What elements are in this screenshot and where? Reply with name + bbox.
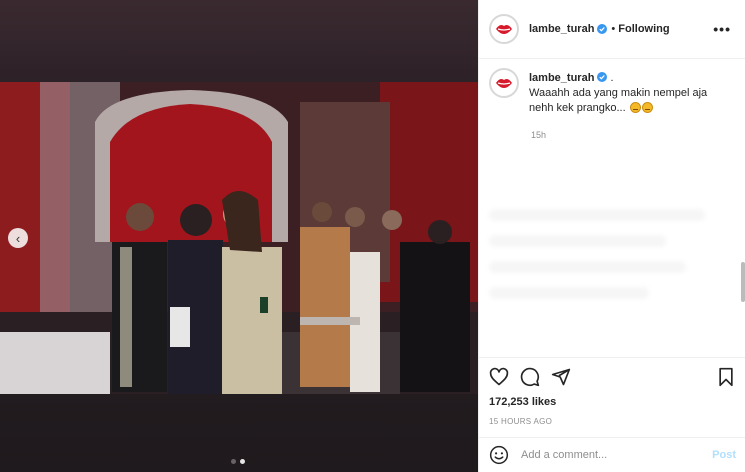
grimace-emoji-icon: [641, 102, 653, 113]
avatar[interactable]: [489, 14, 519, 44]
post-photo[interactable]: [0, 82, 478, 394]
grimace-emoji-icon: [629, 102, 641, 113]
verified-badge-icon: [597, 72, 608, 82]
header-username[interactable]: lambe_turah: [529, 23, 594, 35]
caption-trailing: .: [607, 72, 614, 84]
caption-username[interactable]: lambe_turah: [529, 72, 594, 84]
post-side-panel: lambe_turah • Following ••• lambe_turah …: [478, 0, 745, 472]
placeholder-row: [489, 235, 667, 247]
more-options-icon[interactable]: •••: [713, 21, 731, 37]
comment-input[interactable]: [521, 449, 713, 461]
carousel-prev-button[interactable]: ‹: [8, 228, 28, 248]
action-bar: 172,253 likes 15 HOURS AGO: [479, 357, 745, 426]
placeholder-row: [489, 287, 649, 299]
carousel-dot-active: [240, 459, 245, 464]
loading-placeholder: [489, 209, 735, 313]
caption-text: Waaahh ada yang makin nempel aja nehh ke…: [529, 87, 708, 114]
caption: lambe_turah . Waaahh ada yang makin nemp…: [489, 68, 735, 116]
share-icon[interactable]: [551, 367, 571, 387]
carousel-indicator: [231, 459, 245, 464]
placeholder-row: [489, 261, 686, 273]
likes-count[interactable]: 172,253 likes: [489, 396, 736, 408]
following-button[interactable]: Following: [618, 23, 669, 35]
chevron-left-icon: ‹: [15, 230, 21, 246]
lips-logo-icon: [493, 18, 515, 40]
caption-time[interactable]: 15h: [531, 130, 735, 140]
header-separator: •: [611, 23, 616, 35]
post-comment-button[interactable]: Post: [712, 449, 736, 461]
comment-composer: Post: [479, 437, 745, 472]
bookmark-icon[interactable]: [716, 367, 736, 387]
action-icons: [489, 366, 736, 388]
next-panel-edge: [741, 262, 745, 302]
post-header: lambe_turah • Following •••: [479, 0, 745, 59]
caption-avatar[interactable]: [489, 68, 519, 98]
caption-body: lambe_turah . Waaahh ada yang makin nemp…: [529, 71, 724, 116]
carousel-dot: [231, 459, 236, 464]
heart-icon[interactable]: [489, 367, 509, 387]
placeholder-row: [489, 209, 706, 221]
verified-badge-icon: [597, 24, 608, 34]
post-timestamp[interactable]: 15 HOURS AGO: [489, 417, 736, 426]
comment-icon[interactable]: [520, 367, 540, 387]
smiley-icon[interactable]: [489, 445, 509, 465]
comments-area: lambe_turah . Waaahh ada yang makin nemp…: [479, 59, 745, 355]
lips-logo-icon: [493, 72, 515, 94]
